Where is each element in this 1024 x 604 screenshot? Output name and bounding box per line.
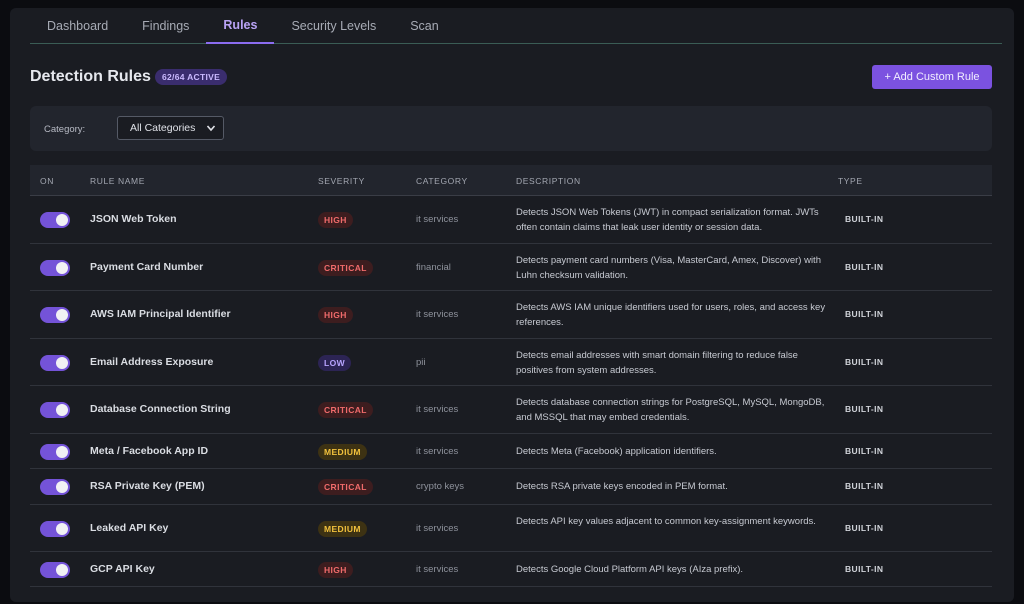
chevron-down-icon [206, 125, 216, 132]
rule-type: BUILT-IN [845, 309, 884, 319]
rule-enabled-toggle[interactable] [40, 402, 70, 418]
table-row[interactable]: Email Address Exposure LOW pii Detects emai… [30, 339, 992, 386]
add-custom-rule-button[interactable]: + Add Custom Rule [872, 65, 992, 89]
rule-type: BUILT-IN [845, 446, 884, 456]
rule-description: Detects payment card numbers (Visa, Mast… [516, 255, 821, 281]
page-header: Detection Rules 62/64 ACTIVE + Add Custo… [30, 65, 992, 92]
rule-type: BUILT-IN [845, 357, 884, 367]
column-header-on: ON [40, 176, 54, 186]
rule-name: GCP API Key [90, 563, 155, 575]
rule-name: JSON Web Token [90, 213, 177, 225]
severity-badge: CRITICAL [318, 402, 373, 418]
tab-rules[interactable]: Rules [206, 8, 275, 44]
severity-badge: CRITICAL [318, 479, 373, 495]
rule-enabled-toggle[interactable] [40, 212, 70, 228]
tab-scan[interactable]: Scan [393, 8, 456, 44]
rule-name: Payment Card Number [90, 261, 204, 273]
rule-name: AWS IAM Principal Identifier [90, 308, 231, 320]
column-header-severity: SEVERITY [318, 176, 365, 186]
page-title: Detection Rules [30, 68, 151, 85]
column-header-description: DESCRIPTION [516, 176, 581, 186]
table-row[interactable]: JSON Web Token HIGH it services Detects JSO… [30, 196, 992, 244]
rule-type: BUILT-IN [845, 262, 884, 272]
rule-enabled-toggle[interactable] [40, 562, 70, 578]
tab-dashboard[interactable]: Dashboard [30, 8, 125, 44]
rule-description: Detects email addresses with smart domai… [516, 350, 798, 376]
rule-type: BUILT-IN [845, 523, 884, 533]
tab-findings[interactable]: Findings [125, 8, 206, 44]
category-select[interactable]: All Categories [117, 116, 224, 140]
rule-type: BUILT-IN [845, 481, 884, 491]
rule-enabled-toggle[interactable] [40, 307, 70, 323]
rule-description: Detects RSA private keys encoded in PEM … [516, 481, 728, 492]
rule-description: Detects JSON Web Tokens (JWT) in compact… [516, 207, 819, 233]
rule-enabled-toggle[interactable] [40, 355, 70, 371]
severity-badge: HIGH [318, 562, 353, 578]
rule-type: BUILT-IN [845, 564, 884, 574]
rule-name: Leaked API Key [90, 522, 169, 534]
severity-badge: HIGH [318, 212, 353, 228]
table-row[interactable]: GCP API Key HIGH it services Detects Google… [30, 552, 992, 587]
rule-type: BUILT-IN [845, 214, 884, 224]
tab-bar: Dashboard Findings Rules Security Levels… [30, 8, 1002, 44]
rule-description: Detects Meta (Facebook) application iden… [516, 446, 717, 457]
rule-name: Email Address Exposure [90, 356, 214, 368]
rule-enabled-toggle[interactable] [40, 444, 70, 460]
rule-category: it services [416, 214, 459, 225]
severity-badge: MEDIUM [318, 444, 367, 460]
tab-security-levels[interactable]: Security Levels [274, 8, 393, 44]
app-window: Dashboard Findings Rules Security Levels… [10, 8, 1014, 602]
active-count-badge: 62/64 ACTIVE [155, 69, 228, 85]
rule-description: Detects AWS IAM unique identifiers used … [516, 302, 826, 328]
rule-name: Database Connection String [90, 403, 231, 415]
rule-type: BUILT-IN [845, 404, 884, 414]
rules-table: ON RULE NAME SEVERITY CATEGORY DESCRIPTI… [30, 165, 992, 587]
rule-description: Detects database connection strings for … [516, 397, 825, 423]
filter-bar: Category: All Categories [30, 106, 992, 151]
table-row[interactable]: Payment Card Number CRITICAL financial Dete… [30, 244, 992, 291]
severity-badge: HIGH [318, 307, 353, 323]
rule-category: crypto keys [416, 481, 465, 492]
severity-badge: MEDIUM [318, 521, 367, 537]
category-filter-label: Category: [44, 124, 86, 135]
table-header: ON RULE NAME SEVERITY CATEGORY DESCRIPTI… [30, 165, 992, 196]
rule-category: it services [416, 564, 459, 575]
table-row[interactable]: Meta / Facebook App ID MEDIUM it services D… [30, 434, 992, 469]
table-row[interactable]: Leaked API Key MEDIUM it services Detects A… [30, 505, 992, 552]
rule-category: it services [416, 404, 459, 415]
rule-enabled-toggle[interactable] [40, 521, 70, 537]
column-header-type: TYPE [838, 176, 863, 186]
rule-description: Detects API key values adjacent to commo… [516, 516, 816, 527]
rule-category: pii [416, 357, 426, 368]
rule-category: it services [416, 309, 459, 320]
column-header-category: CATEGORY [416, 176, 468, 186]
table-row[interactable]: Database Connection String CRITICAL it ser… [30, 386, 992, 434]
rule-category: it services [416, 523, 459, 534]
severity-badge: CRITICAL [318, 260, 373, 276]
rule-category: financial [416, 262, 451, 273]
category-select-value: All Categories [130, 122, 196, 134]
column-header-rule-name: RULE NAME [90, 176, 145, 186]
rule-name: Meta / Facebook App ID [90, 445, 209, 457]
table-row[interactable]: AWS IAM Principal Identifier HIGH it servi… [30, 291, 992, 339]
rule-name: RSA Private Key (PEM) [90, 480, 205, 492]
table-row[interactable]: RSA Private Key (PEM) CRITICAL crypto keys… [30, 469, 992, 505]
rule-enabled-toggle[interactable] [40, 479, 70, 495]
rule-category: it services [416, 446, 459, 457]
rule-description: Detects Google Cloud Platform API keys (… [516, 564, 744, 575]
rule-enabled-toggle[interactable] [40, 260, 70, 276]
severity-badge: LOW [318, 355, 352, 371]
table-body: JSON Web Token HIGH it services Detects JSO… [30, 196, 992, 587]
